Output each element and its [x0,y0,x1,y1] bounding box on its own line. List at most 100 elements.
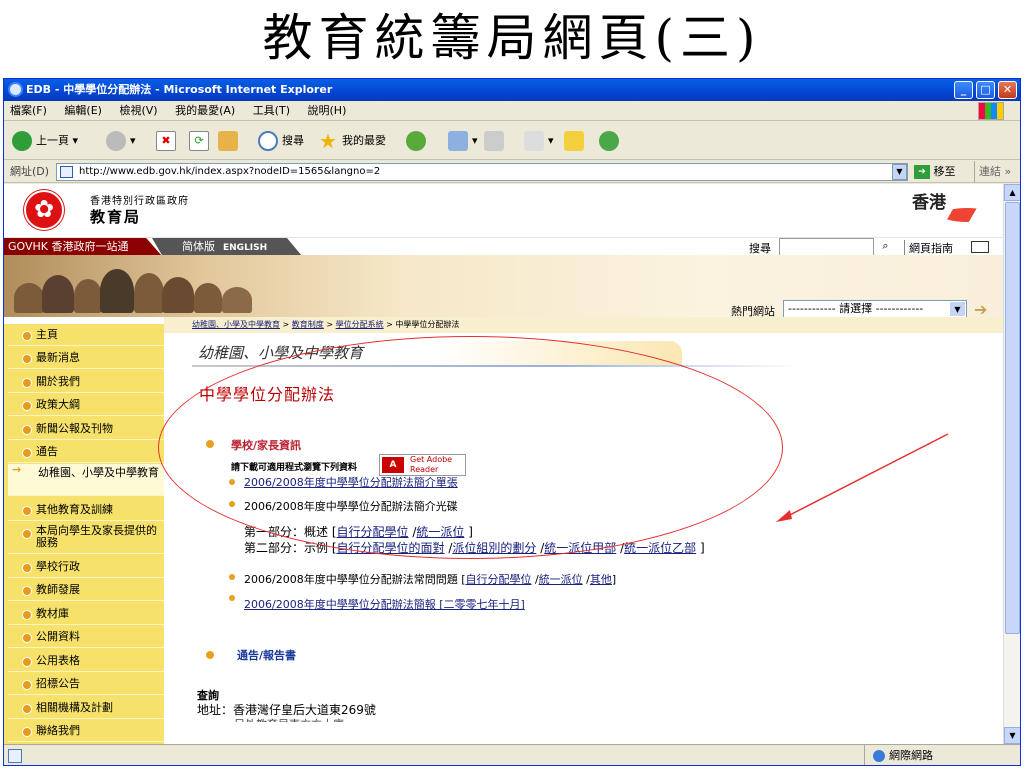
list-item: 2006/2008年度中學學位分配辦法簡報 [二零零七年十月] [244,596,525,612]
briefing-link[interactable]: 2006/2008年度中學學位分配辦法簡報 [二零零七年十月] [244,598,525,611]
sidebar-item-contact[interactable]: 聯絡我們 [8,720,164,742]
hong-kong-logo-text: 香港 [912,193,946,213]
messenger-icon [599,131,619,151]
go-arrow-icon: ➔ [914,165,930,179]
banner-figure [74,279,102,313]
banner-figure [222,287,252,313]
sitemap-link[interactable]: 網頁指南 [904,240,953,256]
scroll-thumb[interactable] [1005,202,1020,634]
go-button[interactable]: ➔ 移至 [914,161,956,183]
menu-help[interactable]: 說明(H) [308,104,347,117]
sidebar-item-home[interactable]: 主頁 [8,324,164,346]
govhk-link[interactable]: GOVHK 香港政府一站通 [4,238,162,256]
sidebar-item-related-orgs[interactable]: 相關機構及計劃 [8,697,164,719]
faq-link-self[interactable]: 自行分配學位 [465,573,531,586]
arrow-right-icon: → [12,463,22,476]
close-button[interactable]: ✕ [998,81,1017,99]
print-button[interactable] [484,130,508,152]
search-icon[interactable]: ⌕ [878,239,893,254]
government-name: 香港特別行政區政府 [90,196,189,207]
menu-edit[interactable]: 編輯(E) [64,104,102,117]
email-icon[interactable] [971,241,989,253]
scroll-down-icon[interactable]: ▼ [1004,727,1020,744]
faq-link-central[interactable]: 統一派位 [539,573,583,586]
mail-button[interactable]: ▾ [448,130,478,152]
sidebar-item-about[interactable]: 關於我們 [8,371,164,393]
banner-figure [162,277,194,313]
scroll-up-icon[interactable]: ▲ [1004,184,1020,201]
vertical-scrollbar[interactable]: ▲ ▼ [1003,184,1020,744]
sidebar-item-press[interactable]: 新聞公報及刊物 [8,418,164,440]
folder-icon [564,131,584,151]
folder-button[interactable] [564,130,588,152]
window-title: EDB - 中學學位分配辦法 - Microsoft Internet Expl… [26,83,333,96]
sidebar-item-news[interactable]: 最新消息 [8,347,164,369]
bullet-icon [229,574,235,580]
simplified-chinese-link[interactable]: 简体版 [182,240,215,253]
bureau-name: 教育局 [90,208,142,226]
edit-button[interactable]: ▾ [524,130,554,152]
maximize-button[interactable]: □ [976,81,995,99]
links-button[interactable]: 連結 » [974,161,1011,183]
banner-photo: 熱門網站 ------------ 請選擇 ------------ ▼ ➔ [4,255,1003,319]
sidebar-item-public-info[interactable]: 公開資料 [8,626,164,648]
mail-icon [448,131,468,151]
back-button[interactable]: 上一頁 ▾ [12,130,78,152]
banner-figure [100,269,134,313]
minimize-button[interactable]: _ [954,81,973,99]
address-bar: 網址(D) http://www.edb.gov.hk/index.aspx?n… [4,161,1020,183]
faq-link-other[interactable]: 其他 [590,573,612,586]
site-search-input[interactable] [779,238,874,256]
slide-title: 教育統籌局網頁(三) [262,9,762,67]
search-button[interactable]: 搜尋 [258,130,304,152]
forward-button[interactable]: ▾ [106,130,136,152]
breadcrumb-current: 中學學位分配辦法 [395,320,460,329]
breadcrumb-link[interactable]: 教育制度 [292,320,324,329]
sidebar-item-kg-primary-secondary[interactable]: → 幼稚園、小學及中學教育 [8,464,172,496]
home-button[interactable] [218,130,242,152]
home-icon [218,131,238,151]
stop-icon: ✖ [156,131,176,151]
sidebar-item-student-parent-services[interactable]: 本局向學生及家長提供的服務 [8,522,164,554]
hot-sites-select[interactable]: ------------ 請選擇 ------------ ▼ [783,300,967,318]
sidebar-item-school-admin[interactable]: 學校行政 [8,556,164,578]
part2-link-d[interactable]: 統一派位乙部 [624,541,696,555]
contact-more: 另外教育局東方方大廈 [234,716,344,722]
status-bar: 網際網路 [4,744,1020,765]
sidebar-item-teacher-dev[interactable]: 教師發展 [8,579,164,601]
menu-favorites[interactable]: 我的最愛(A) [175,104,235,117]
breadcrumb-link[interactable]: 學位分配系統 [336,320,384,329]
menu-view[interactable]: 檢視(V) [119,104,157,117]
bullet-icon [206,651,214,659]
sidebar-item-circulars[interactable]: 通告 [8,441,164,463]
sidebar-item-tenders[interactable]: 招標公告 [8,673,164,695]
stop-button[interactable]: ✖ [156,130,180,152]
banner-figure [134,273,164,313]
zone-indicator: 網際網路 [864,745,933,765]
sidebar-item-policy[interactable]: 政策大綱 [8,394,164,416]
favorites-button[interactable]: ★ 我的最愛 [318,130,386,152]
page-icon [60,166,73,178]
gov-nav-bar: GOVHK 香港政府一站通 简体版 ENGLISH 搜尋 ⌕ 網頁指南 [4,237,1003,256]
history-button[interactable] [406,130,430,152]
menu-tools[interactable]: 工具(T) [253,104,290,117]
bullet-icon [229,595,235,601]
banner-figure [14,283,44,313]
english-link[interactable]: ENGLISH [223,243,267,253]
sidebar-item-forms[interactable]: 公用表格 [8,650,164,672]
address-dropdown[interactable]: ▼ [892,164,907,180]
menu-bar: 檔案(F) 編輯(E) 檢視(V) 我的最愛(A) 工具(T) 說明(H) [4,101,1020,121]
ie-icon [8,82,23,97]
sidebar-item-resources[interactable]: 教材庫 [8,603,164,625]
refresh-icon: ⟳ [189,131,209,151]
breadcrumb-link[interactable]: 幼稚園、小學及中學教育 [192,320,280,329]
refresh-button[interactable]: ⟳ [189,130,213,152]
menu-file[interactable]: 檔案(F) [10,104,47,117]
highlight-ellipse-annotation [158,336,783,559]
page-status-icon [8,749,22,763]
messenger-button[interactable] [599,130,623,152]
sidebar-item-other-education[interactable]: 其他教育及訓練 [8,499,164,521]
banner-figure [42,275,74,313]
address-input[interactable]: http://www.edb.gov.hk/index.aspx?nodeID=… [56,163,908,181]
chevron-down-icon: ▼ [950,302,965,316]
